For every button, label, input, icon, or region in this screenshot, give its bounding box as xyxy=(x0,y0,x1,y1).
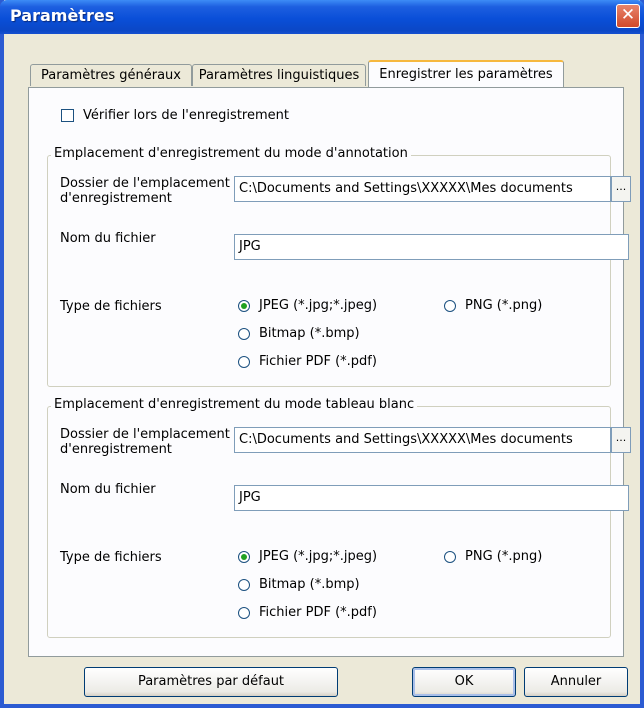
tab-save-settings[interactable]: Enregistrer les paramètres xyxy=(368,60,564,87)
group-title: Emplacement d'enregistrement du mode d'a… xyxy=(51,146,411,161)
tab-general-settings[interactable]: Paramètres généraux xyxy=(30,64,192,86)
cancel-button[interactable]: Annuler xyxy=(524,667,628,697)
verify-on-save-checkbox[interactable] xyxy=(61,109,74,122)
radio-button[interactable] xyxy=(238,300,250,312)
browse-folder-button[interactable]: ... xyxy=(611,427,631,453)
radio-label: JPEG (*.jpg;*.jpeg) xyxy=(259,298,378,313)
whiteboard-mode-group: Emplacement d'enregistrement du mode tab… xyxy=(47,397,631,638)
close-icon: ✕ xyxy=(620,5,636,25)
radio-label: Fichier PDF (*.pdf) xyxy=(259,605,377,620)
folder-path-input[interactable]: C:\Documents and Settings\XXXXX\Mes docu… xyxy=(234,176,611,202)
radio-button[interactable] xyxy=(238,356,250,368)
restore-defaults-button[interactable]: Paramètres par défaut xyxy=(84,667,338,697)
annotation-mode-group: Emplacement d'enregistrement du mode d'a… xyxy=(47,146,631,387)
filename-input[interactable]: JPG xyxy=(234,234,629,260)
radio-label: Bitmap (*.bmp) xyxy=(259,326,360,341)
close-button[interactable]: ✕ xyxy=(616,4,640,28)
radio-label: JPEG (*.jpg;*.jpeg) xyxy=(259,549,378,564)
filename-label: Nom du fichier xyxy=(60,231,156,246)
radio-button[interactable] xyxy=(238,328,250,340)
radio-button[interactable] xyxy=(444,300,456,312)
folder-path-input[interactable]: C:\Documents and Settings\XXXXX\Mes docu… xyxy=(234,427,611,453)
radio-button[interactable] xyxy=(238,551,250,563)
filetype-label: Type de fichiers xyxy=(60,550,162,565)
folder-label: Dossier de l'emplacement d'enregistremen… xyxy=(60,427,230,457)
verify-on-save-label: Vérifier lors de l'enregistrement xyxy=(83,108,289,123)
radio-button[interactable] xyxy=(238,607,250,619)
filename-label: Nom du fichier xyxy=(60,482,156,497)
radio-label: PNG (*.png) xyxy=(465,298,543,313)
radio-button[interactable] xyxy=(444,551,456,563)
filetype-label: Type de fichiers xyxy=(60,299,162,314)
radio-label: Bitmap (*.bmp) xyxy=(259,577,360,592)
group-title: Emplacement d'enregistrement du mode tab… xyxy=(51,397,418,412)
filename-input[interactable]: JPG xyxy=(234,485,629,511)
radio-label: PNG (*.png) xyxy=(465,549,543,564)
settings-dialog: Paramètres ✕ Paramètres généraux Paramèt… xyxy=(0,0,644,708)
folder-label: Dossier de l'emplacement d'enregistremen… xyxy=(60,176,230,206)
tab-language-settings[interactable]: Paramètres linguistiques xyxy=(192,64,366,86)
radio-label: Fichier PDF (*.pdf) xyxy=(259,354,377,369)
ok-button[interactable]: OK xyxy=(412,667,516,697)
title-bar[interactable]: Paramètres ✕ xyxy=(0,0,644,34)
tab-panel-save-settings: Vérifier lors de l'enregistrement Emplac… xyxy=(28,87,631,657)
radio-button[interactable] xyxy=(238,579,250,591)
browse-folder-button[interactable]: ... xyxy=(611,176,631,202)
window-title: Paramètres xyxy=(10,6,115,25)
